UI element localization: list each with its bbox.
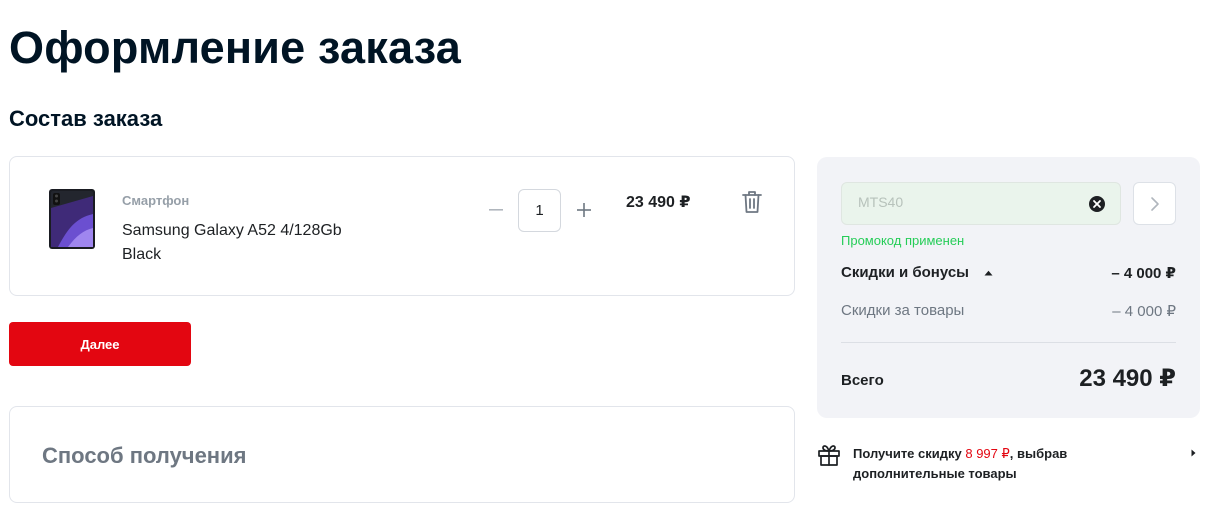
product-category: Смартфон <box>122 193 190 208</box>
total-label: Всего <box>841 372 884 389</box>
gift-text-before: Получите скидку <box>853 446 966 461</box>
quantity-increase-button[interactable] <box>573 199 595 221</box>
checkout-page: Оформление заказа Состав заказа Смартфон… <box>0 0 1207 519</box>
summary-divider <box>841 342 1176 343</box>
next-button[interactable]: Далее <box>9 322 191 366</box>
discounts-toggle[interactable]: Скидки и бонусы – 4 000 ₽ <box>841 264 1176 286</box>
promo-code-field[interactable] <box>841 182 1121 225</box>
promo-status-text: Промокод применен <box>841 233 965 248</box>
delivery-method-card[interactable]: Способ получения <box>9 406 795 503</box>
gift-offer-link[interactable]: Получите скидку 8 997 ₽, выбрав дополнит… <box>817 440 1200 486</box>
gift-discount-amount: 8 997 ₽ <box>965 446 1010 461</box>
total-value: 23 490 ₽ <box>1079 365 1176 392</box>
minus-icon <box>489 209 503 211</box>
order-section-title: Состав заказа <box>9 106 163 131</box>
item-discount-label: Скидки за товары <box>841 302 965 319</box>
quantity-decrease-button[interactable] <box>485 199 507 221</box>
chevron-right-icon <box>1150 196 1159 211</box>
promo-submit-button[interactable] <box>1133 182 1176 225</box>
order-summary-panel: Промокод применен Скидки и бонусы – 4 00… <box>817 157 1200 418</box>
product-price: 23 490 ₽ <box>626 194 691 211</box>
gift-offer-text: Получите скидку 8 997 ₽, выбрав дополнит… <box>853 444 1133 484</box>
promo-code-input[interactable] <box>858 194 1078 210</box>
promo-clear-button[interactable] <box>1088 195 1106 213</box>
remove-item-button[interactable] <box>740 189 764 215</box>
discounts-value: – 4 000 ₽ <box>1111 265 1176 282</box>
product-name[interactable]: Samsung Galaxy A52 4/128Gb Black <box>122 219 372 267</box>
quantity-value: 1 <box>535 202 544 219</box>
page-title: Оформление заказа <box>9 22 461 73</box>
delivery-method-title: Способ получения <box>42 443 247 468</box>
caret-up-icon <box>984 270 993 276</box>
close-circle-icon <box>1089 196 1105 212</box>
order-item-card: Смартфон Samsung Galaxy A52 4/128Gb Blac… <box>9 156 795 296</box>
quantity-field[interactable]: 1 <box>518 189 561 232</box>
item-discount-value: – 4 000 ₽ <box>1112 303 1176 320</box>
trash-icon <box>742 191 762 213</box>
gift-icon <box>818 445 840 466</box>
plus-icon <box>577 203 591 217</box>
caret-right-icon <box>1191 449 1196 457</box>
product-image <box>48 188 96 250</box>
discounts-label: Скидки и бонусы <box>841 264 969 281</box>
